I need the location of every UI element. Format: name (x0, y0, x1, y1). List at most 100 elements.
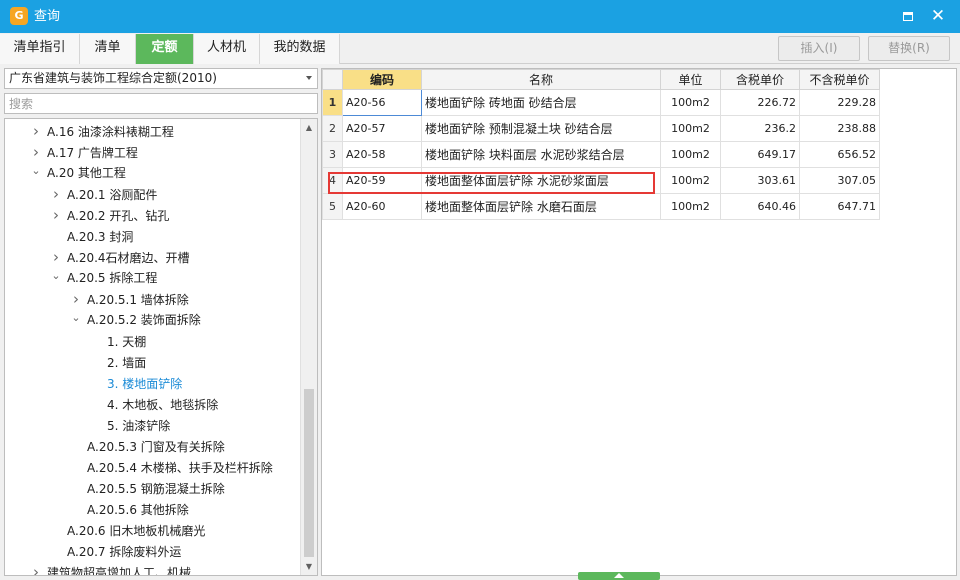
tree-item-label: A.20.5.3 门窗及有关拆除 (87, 440, 225, 454)
cell-unit[interactable]: 100m2 (660, 115, 721, 142)
chevron-down-icon[interactable]: ⌄ (69, 307, 83, 328)
tree-item[interactable]: ›2. 墙面 (89, 352, 146, 373)
cell-name[interactable]: 楼地面整体面层铲除 水磨石面层 (421, 193, 661, 220)
scroll-up-icon[interactable]: ▲ (301, 119, 317, 136)
cell-unit[interactable]: 100m2 (660, 89, 721, 116)
scrollbar-thumb[interactable] (304, 389, 314, 557)
tree-item[interactable]: ⌄ A.20.5.2 装饰面拆除 (69, 307, 200, 331)
cell-unit[interactable]: 100m2 (660, 167, 721, 194)
tree-item-label: A.20.5 拆除工程 (67, 271, 158, 285)
chevron-right-icon[interactable]: › (29, 562, 43, 575)
tree-item[interactable]: › A.20.5.1 墙体拆除 (69, 289, 189, 310)
tree-item[interactable]: › A.17 广告牌工程 (29, 142, 138, 163)
chevron-right-icon[interactable]: › (49, 205, 63, 226)
table-row[interactable]: 1 A20-56 楼地面铲除 砖地面 砂结合层 100m2 226.72 229.28 (322, 89, 880, 116)
search-input[interactable] (4, 93, 318, 114)
maximize-icon[interactable] (898, 6, 918, 26)
tree-item[interactable]: ›A.20.5.5 钢筋混凝土拆除 (69, 478, 225, 499)
table-row[interactable]: 2 A20-57 楼地面铲除 预制混凝土块 砂结合层 100m2 236.2 238.88 (322, 115, 880, 142)
cell-price-tax[interactable]: 236.2 (720, 115, 800, 142)
replace-button[interactable]: 替换(R) (868, 36, 950, 61)
tree-scrollbar[interactable]: ▲ ▼ (300, 119, 317, 575)
cell-price-tax[interactable]: 649.17 (720, 141, 800, 168)
tree-item[interactable]: ⌄ A.20 其他工程 (29, 163, 126, 184)
cell-price-notax[interactable]: 238.88 (799, 115, 880, 142)
tree-item[interactable]: ›3. 楼地面铲除 (89, 373, 182, 394)
tree-item[interactable]: › 建筑物超高增加人工、机械 (29, 562, 191, 575)
table-row[interactable]: 3 A20-58 楼地面铲除 块料面层 水泥砂浆结合层 100m2 649.17 656.… (322, 141, 880, 168)
insert-button[interactable]: 插入(I) (778, 36, 860, 61)
cell-price-notax[interactable]: 229.28 (799, 89, 880, 116)
chevron-right-icon[interactable]: › (29, 121, 43, 142)
chevron-down-icon[interactable]: ⌄ (49, 265, 63, 286)
tree-item[interactable]: ›A.20.7 拆除废料外运 (49, 541, 181, 562)
tree-item[interactable]: › A.16 油漆涂料裱糊工程 (29, 121, 174, 142)
tree-item-label: 1. 天棚 (107, 335, 147, 349)
row-number[interactable]: 1 (322, 89, 343, 116)
cell-price-tax[interactable]: 640.46 (720, 193, 800, 220)
row-number[interactable]: 3 (322, 141, 343, 168)
row-number[interactable]: 4 (322, 167, 343, 194)
cell-code[interactable]: A20-59 (342, 167, 422, 194)
close-icon[interactable]: ✕ (928, 6, 948, 26)
tree-item-label: A.20.5.5 钢筋混凝土拆除 (87, 482, 225, 496)
chevron-right-icon[interactable]: › (49, 184, 63, 205)
tree-item-label: A.20.4石材磨边、开槽 (67, 251, 190, 265)
row-number[interactable]: 5 (322, 193, 343, 220)
cell-code[interactable]: A20-58 (342, 141, 422, 168)
cell-name[interactable]: 楼地面铲除 砖地面 砂结合层 (421, 89, 661, 116)
cell-price-tax[interactable]: 303.61 (720, 167, 800, 194)
cell-price-notax[interactable]: 656.52 (799, 141, 880, 168)
grid-header-row: 编码 名称 单位 含税单价 不含税单价 (322, 69, 880, 90)
tree-item[interactable]: ›A.20.5.3 门窗及有关拆除 (69, 436, 225, 457)
tree-item[interactable]: ›A.20.3 封洞 (49, 226, 133, 247)
table-row[interactable]: 5 A20-60 楼地面整体面层铲除 水磨石面层 100m2 640.46 647.71 (322, 193, 880, 220)
scroll-down-icon[interactable]: ▼ (301, 558, 317, 575)
tab-labor-material-machine[interactable]: 人材机 (194, 34, 260, 64)
splitter-handle[interactable] (578, 572, 660, 580)
tree-item-label: A.20.2 开孔、钻孔 (67, 209, 170, 223)
tree-item[interactable]: ›A.20.5.6 其他拆除 (69, 499, 189, 520)
table-row[interactable]: 4 A20-59 楼地面整体面层铲除 水泥砂浆面层 100m2 303.61 307.05 (322, 167, 880, 194)
quota-library-select[interactable]: 广东省建筑与装饰工程综合定额(2010) (4, 68, 318, 89)
cell-price-notax[interactable]: 307.05 (799, 167, 880, 194)
cell-name[interactable]: 楼地面铲除 块料面层 水泥砂浆结合层 (421, 141, 661, 168)
chevron-up-icon (614, 573, 624, 578)
cell-unit[interactable]: 100m2 (660, 193, 721, 220)
tree-item[interactable]: ›A.20.5.4 木楼梯、扶手及栏杆拆除 (69, 457, 273, 478)
cell-code[interactable]: A20-57 (342, 115, 422, 142)
column-header-name[interactable]: 名称 (421, 69, 661, 90)
tree-item[interactable]: ›4. 木地板、地毯拆除 (89, 394, 218, 415)
column-header-price-tax[interactable]: 含税单价 (720, 69, 800, 90)
cell-name[interactable]: 楼地面铲除 预制混凝土块 砂结合层 (421, 115, 661, 142)
title-bar: G 查询 ✕ (0, 0, 960, 33)
column-header-code[interactable]: 编码 (342, 69, 422, 90)
cell-unit[interactable]: 100m2 (660, 141, 721, 168)
tree-item[interactable]: ›5. 油漆铲除 (89, 415, 170, 436)
category-tree: › A.16 油漆涂料裱糊工程 › A.17 广告牌工程 ⌄ A.20 其他工程 › A.20… (4, 118, 318, 576)
chevron-down-icon[interactable]: ⌄ (29, 160, 43, 181)
row-number[interactable]: 2 (322, 115, 343, 142)
tree-item[interactable]: ⌄ A.20.5 拆除工程 (49, 268, 157, 289)
cell-price-notax[interactable]: 647.71 (799, 193, 880, 220)
tree-item[interactable]: › A.20.1 浴厕配件 (49, 184, 157, 205)
cell-name[interactable]: 楼地面整体面层铲除 水泥砂浆面层 (421, 167, 661, 194)
row-number-header (322, 69, 343, 90)
cell-price-tax[interactable]: 226.72 (720, 89, 800, 116)
tab-bill-guide[interactable]: 清单指引 (0, 34, 80, 64)
cell-code[interactable]: A20-60 (342, 193, 422, 220)
tab-quota[interactable]: 定额 (136, 34, 194, 64)
cell-code[interactable]: A20-56 (342, 89, 422, 116)
column-header-unit[interactable]: 单位 (660, 69, 721, 90)
tree-item-label: A.20.1 浴厕配件 (67, 188, 158, 202)
tree-item[interactable]: ›1. 天棚 (89, 331, 146, 352)
tree-item-label: A.20.5.4 木楼梯、扶手及栏杆拆除 (87, 461, 273, 475)
tab-my-data[interactable]: 我的数据 (260, 34, 340, 64)
left-pane: 广东省建筑与装饰工程综合定额(2010) ›A.16 油漆涂料裱糊工程›A.17… (0, 64, 320, 580)
tree-item-label: A.20.3 封洞 (67, 230, 134, 244)
tree-item[interactable]: › A.20.4石材磨边、开槽 (49, 247, 190, 268)
tree-item[interactable]: › A.20.2 开孔、钻孔 (49, 205, 169, 226)
column-header-price-notax[interactable]: 不含税单价 (799, 69, 880, 90)
tree-item[interactable]: ›A.20.6 旧木地板机械磨光 (49, 520, 205, 541)
tab-bill[interactable]: 清单 (80, 34, 136, 64)
